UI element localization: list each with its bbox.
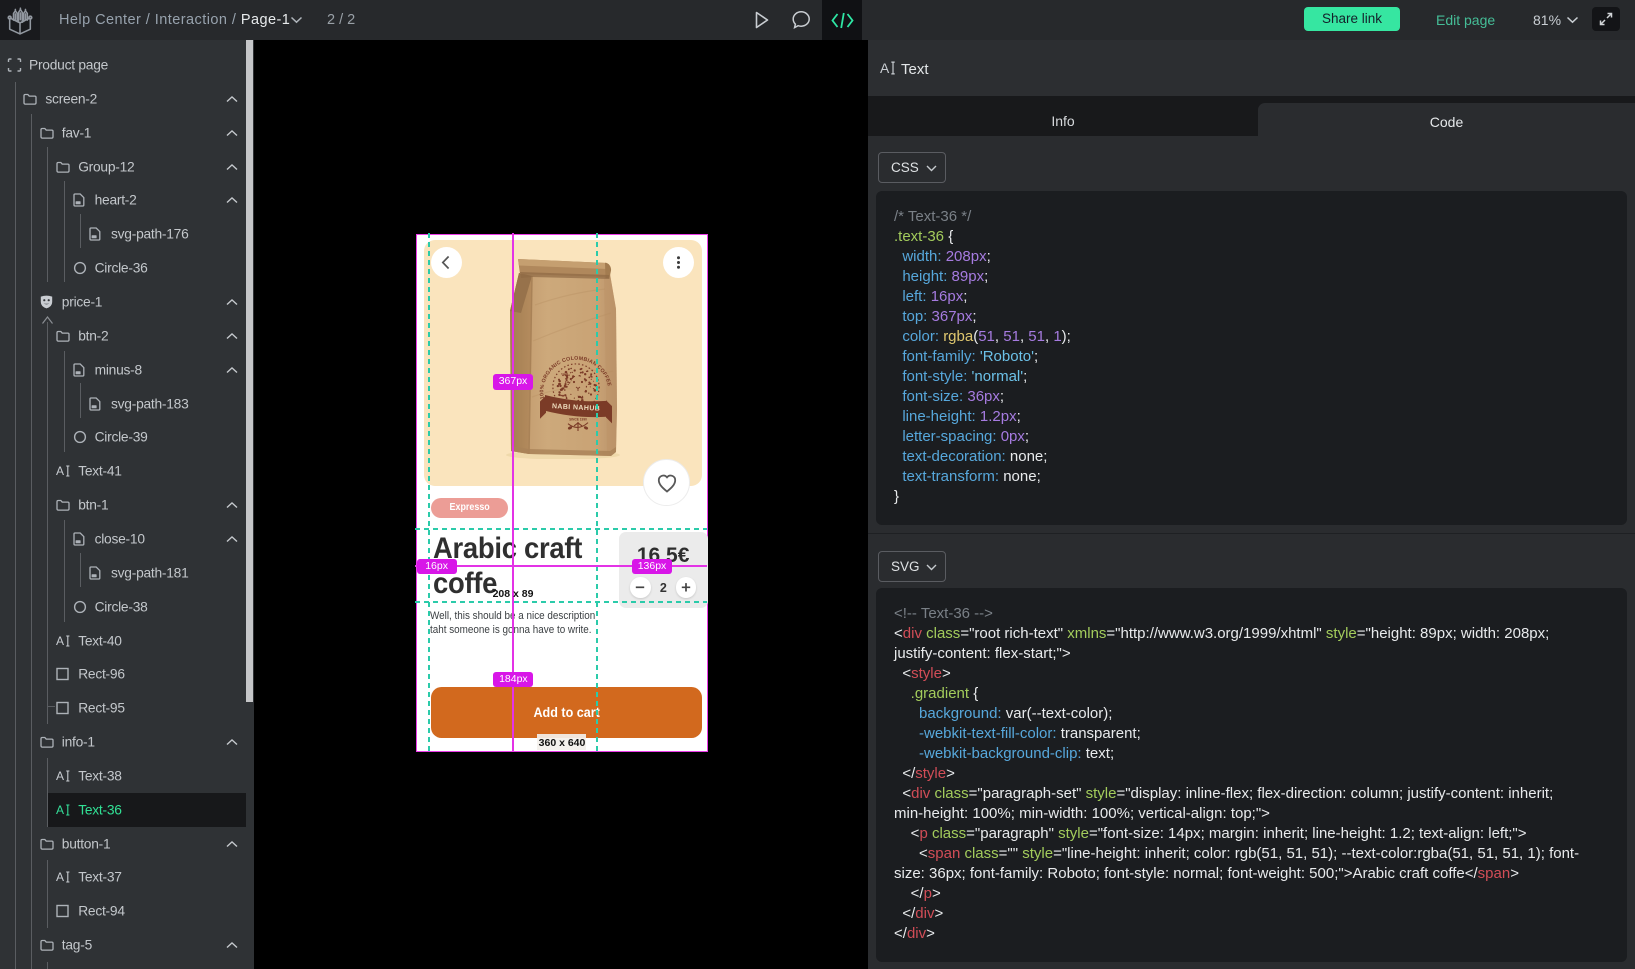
svg-text:SINCE 1990: SINCE 1990 (569, 417, 587, 421)
svg-text:A: A (56, 634, 64, 648)
svg-text:A: A (56, 464, 64, 478)
svg-text:A: A (56, 870, 64, 884)
svg-text:A: A (880, 60, 890, 76)
svg-text:A: A (56, 803, 64, 817)
svg-text:A: A (56, 769, 64, 783)
